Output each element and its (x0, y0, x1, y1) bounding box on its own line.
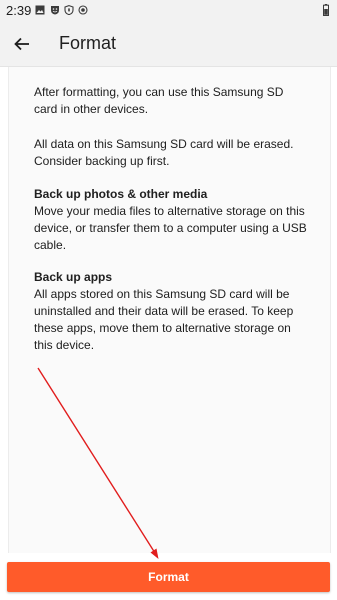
shield-lock-icon (64, 5, 74, 15)
battery-icon (323, 4, 329, 16)
record-circle-icon (78, 5, 88, 15)
status-bar: 2:39 (0, 0, 337, 22)
backup-apps-heading: Back up apps (34, 270, 113, 284)
backup-media-heading: Back up photos & other media (34, 187, 208, 201)
page-title: Format (59, 33, 117, 53)
app-bar: Format (0, 22, 337, 67)
format-button[interactable]: Format (7, 562, 330, 592)
arrow-left-icon (14, 37, 29, 51)
backup-apps-section: Back up apps All apps stored on this Sam… (34, 269, 310, 354)
shield-face-icon (51, 6, 59, 15)
format-info-panel: After formatting, you can use this Samsu… (8, 67, 331, 553)
backup-apps-body: All apps stored on this Samsung SD card … (34, 287, 294, 352)
back-button[interactable] (8, 30, 36, 58)
image-icon (35, 5, 45, 15)
warning-text: All data on this Samsung SD card will be… (34, 137, 294, 168)
backup-media-section: Back up photos & other media Move your m… (34, 186, 310, 254)
status-time: 2:39 (6, 3, 32, 18)
intro-text: After formatting, you can use this Samsu… (34, 85, 284, 116)
backup-media-body: Move your media files to alternative sto… (34, 204, 307, 252)
